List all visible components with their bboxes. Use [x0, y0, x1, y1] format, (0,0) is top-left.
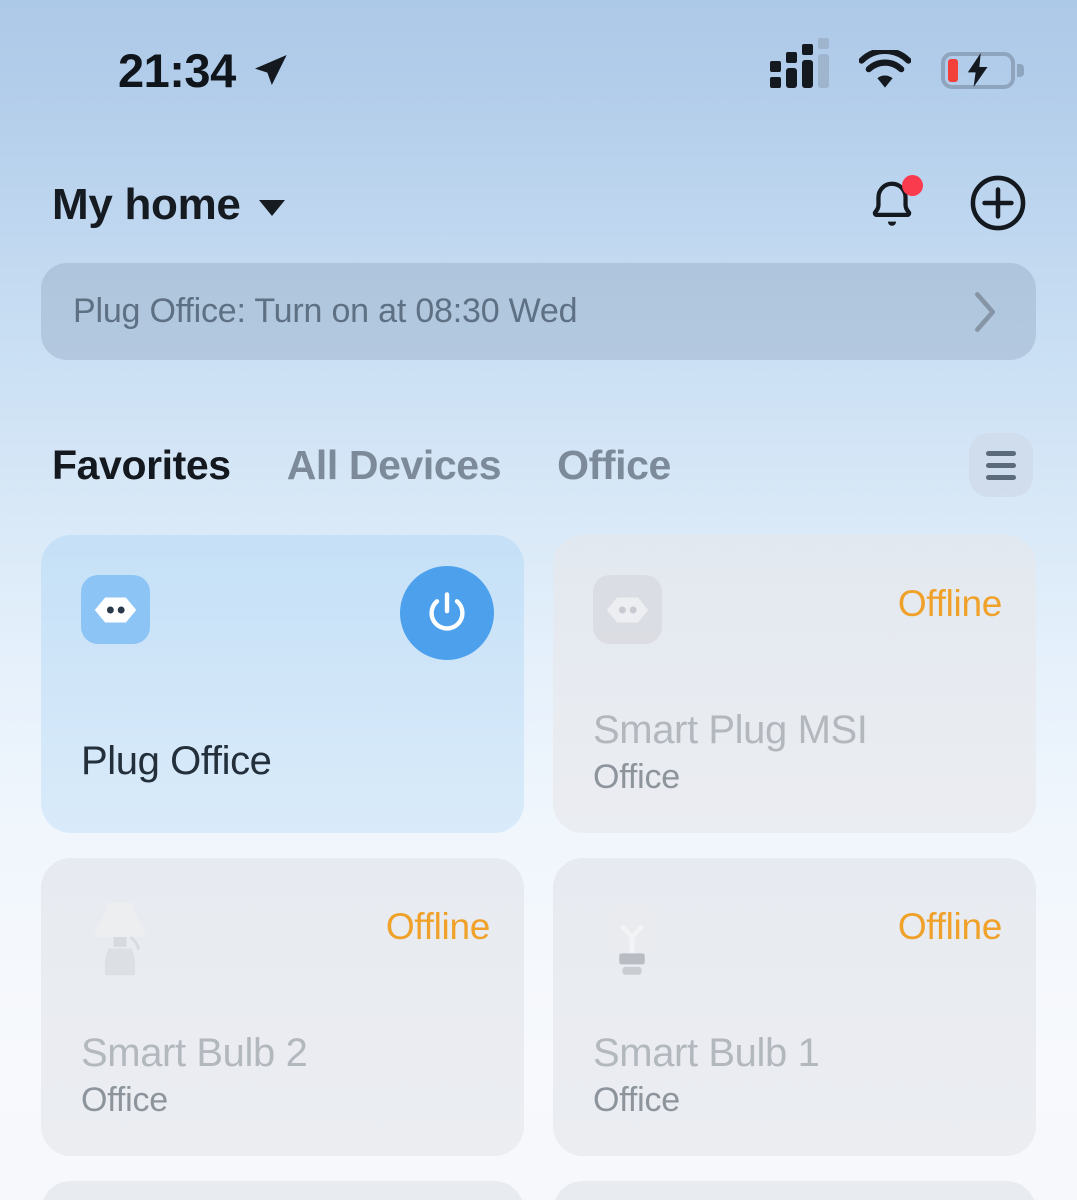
device-room: Office	[593, 758, 680, 796]
card-labels: Smart Plug MSI Office	[593, 707, 1006, 797]
device-card-smart-bulb-2[interactable]: Offline Smart Bulb 2 Office	[41, 858, 524, 1156]
status-bar: 21:34	[0, 0, 1077, 140]
cellular-signal-icon	[770, 38, 829, 88]
card-labels: Smart Bulb 1 Office	[593, 1030, 1006, 1120]
battery-charging-icon	[941, 51, 1024, 89]
location-arrow-icon	[250, 50, 290, 90]
chevron-right-icon	[968, 290, 1002, 334]
status-bar-left: 21:34	[118, 47, 290, 94]
home-selector[interactable]: My home	[52, 180, 285, 230]
card-header	[81, 566, 494, 667]
power-plug-icon	[81, 575, 150, 644]
device-grid-next-row	[41, 1181, 1036, 1200]
wifi-icon	[859, 50, 911, 90]
add-device-button[interactable]	[967, 172, 1029, 239]
automation-banner-text: Plug Office: Turn on at 08:30 Wed	[73, 292, 578, 330]
status-bar-clock: 21:34	[118, 43, 236, 97]
notifications-button[interactable]	[863, 175, 923, 234]
power-plug-icon	[593, 575, 662, 644]
tab-office[interactable]: Office	[557, 442, 671, 489]
device-grid: Plug Office Offline Smart Plug MSI Offic…	[41, 535, 1036, 1156]
device-card-partial[interactable]	[41, 1181, 524, 1200]
automation-banner[interactable]: Plug Office: Turn on at 08:30 Wed	[41, 263, 1036, 360]
app-header: My home	[0, 160, 1077, 250]
device-room: Office	[81, 1081, 168, 1119]
card-labels: Smart Bulb 2 Office	[81, 1030, 494, 1120]
light-bulb-icon	[593, 898, 671, 980]
tab-favorites[interactable]: Favorites	[52, 442, 231, 489]
notification-badge	[902, 175, 923, 196]
device-card-smart-bulb-1[interactable]: Offline Smart Bulb 1 Office	[553, 858, 1036, 1156]
table-lamp-icon	[81, 898, 159, 980]
device-name: Smart Plug MSI	[593, 707, 868, 752]
hamburger-menu-icon[interactable]	[969, 433, 1033, 497]
device-name: Smart Bulb 2	[81, 1030, 308, 1075]
chevron-down-icon	[258, 200, 285, 216]
status-badge: Offline	[897, 906, 1002, 947]
status-badge: Offline	[385, 906, 490, 947]
device-name: Plug Office	[81, 738, 272, 783]
tab-bar: Favorites All Devices Office	[0, 428, 1077, 502]
device-card-plug-office[interactable]: Plug Office	[41, 535, 524, 833]
status-badge: Offline	[897, 583, 1002, 624]
device-room: Office	[593, 1081, 680, 1119]
page-title: My home	[52, 180, 241, 229]
device-card-smart-plug-msi[interactable]: Offline Smart Plug MSI Office	[553, 535, 1036, 833]
power-toggle-button[interactable]	[400, 566, 494, 660]
device-card-partial[interactable]	[553, 1181, 1036, 1200]
card-header: Offline	[593, 898, 1002, 990]
tab-all-devices[interactable]: All Devices	[287, 442, 502, 489]
device-name: Smart Bulb 1	[593, 1030, 820, 1075]
card-header: Offline	[81, 898, 490, 990]
card-header: Offline	[593, 575, 1002, 667]
card-labels: Plug Office	[81, 738, 494, 785]
status-bar-right	[770, 38, 1024, 90]
header-actions	[863, 172, 1029, 239]
